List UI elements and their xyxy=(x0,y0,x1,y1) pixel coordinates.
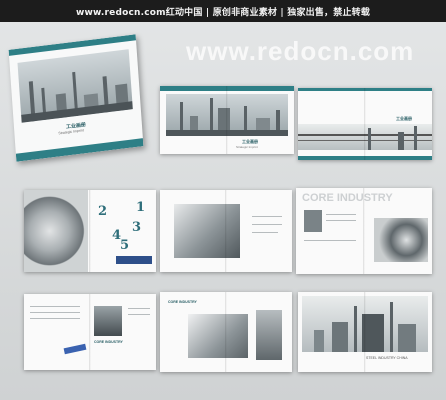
machinery-photo xyxy=(94,306,122,336)
spread-chuck-numbers: 2 1 3 4 5 xyxy=(24,190,156,272)
spread-machine xyxy=(160,190,292,272)
spread-core-industry-2: CORE INDUSTRY xyxy=(24,294,156,370)
core-industry-label: CORE INDUSTRY xyxy=(94,340,123,344)
site-banner-text: www.redocn.com红动中国 | 原创非商业素材 | 独家出售，禁止转载 xyxy=(75,8,371,18)
spread-core-industry-1: CORE INDUSTRY xyxy=(296,188,432,274)
number-3: 3 xyxy=(132,220,142,235)
spread1-subtitle: Strategic Imprint xyxy=(236,145,258,149)
steel-caption: STEEL INDUSTRY CHINA xyxy=(366,356,408,360)
cover-bottom-stripe xyxy=(15,138,144,162)
number-2: 2 xyxy=(98,204,108,219)
spread-factory-cover: 工业画册 Strategic Imprint xyxy=(160,86,294,154)
cover-factory-photo xyxy=(17,49,133,123)
spread-pipeline: 工业画册 xyxy=(298,88,432,160)
number-1: 1 xyxy=(136,200,146,215)
machine-tool-photo xyxy=(174,204,240,258)
spread2-title: 工业画册 xyxy=(396,116,412,121)
core-industry-ghost-title: CORE INDUSTRY xyxy=(302,192,393,204)
core-industry-label-2: CORE INDUSTRY xyxy=(168,300,197,304)
cover-subtitle: Strategic Imprint xyxy=(58,128,84,136)
lathe-chuck-photo xyxy=(24,190,88,272)
lathe-photo xyxy=(188,314,248,358)
gear-machine-photo xyxy=(374,218,428,262)
spread-lathe: CORE INDUSTRY xyxy=(160,292,292,372)
top-banner: www.redocn.com红动中国 | 原创非商业素材 | 独家出售，禁止转载 xyxy=(0,0,446,22)
cabinet-photo xyxy=(256,310,282,360)
blue-strip xyxy=(116,256,152,264)
small-photo xyxy=(304,210,322,232)
watermark: www.redocn.com xyxy=(186,36,415,66)
spread-steel-plant: STEEL INDUSTRY CHINA xyxy=(298,292,432,372)
blue-tool xyxy=(63,343,87,355)
brochure-cover: 工业画册 Strategic Imprint xyxy=(8,34,144,162)
number-5: 5 xyxy=(120,238,130,253)
